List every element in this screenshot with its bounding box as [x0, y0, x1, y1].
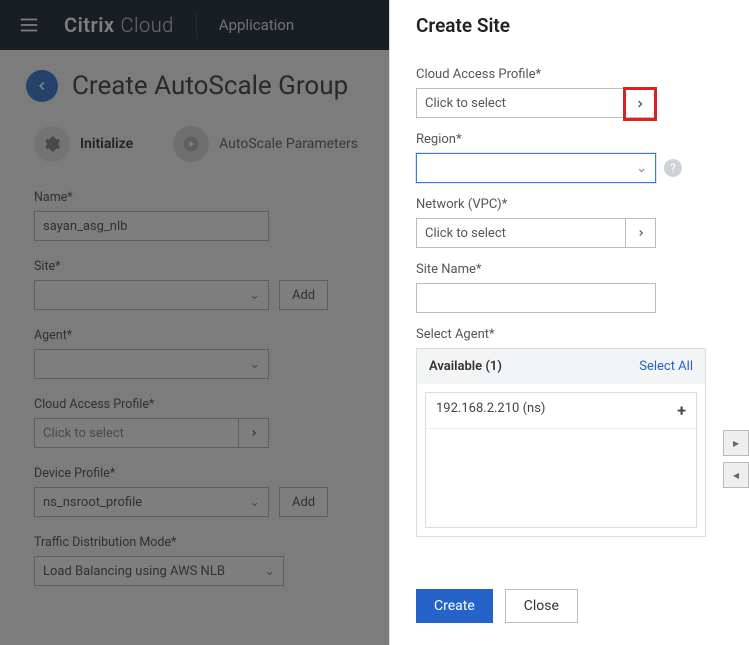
panel-network-picker[interactable]: Click to select	[416, 218, 656, 248]
plus-icon[interactable]: +	[677, 401, 686, 420]
panel-sitename-label: Site Name*	[416, 262, 723, 277]
agent-item[interactable]: 192.168.2.210 (ns) +	[426, 393, 696, 429]
agent-select-all[interactable]: Select All	[639, 359, 693, 374]
panel-region-label: Region*	[416, 132, 723, 147]
panel-cap-picker[interactable]: Click to select	[416, 88, 656, 118]
agent-available-count: Available (1)	[429, 359, 502, 374]
create-site-panel: Create Site Cloud Access Profile* Click …	[389, 0, 749, 645]
agent-list: 192.168.2.210 (ns) +	[425, 392, 697, 528]
chevron-down-icon: ⌄	[636, 161, 647, 176]
chevron-right-icon[interactable]	[623, 87, 657, 121]
chevron-right-icon[interactable]	[625, 219, 655, 247]
help-icon[interactable]: ?	[664, 159, 682, 177]
transfer-arrows: ▸ ◂	[723, 430, 749, 488]
arrow-left-button[interactable]: ◂	[723, 462, 749, 488]
close-button[interactable]: Close	[505, 589, 578, 623]
panel-cap-label: Cloud Access Profile*	[416, 67, 723, 82]
panel-title: Create Site	[416, 14, 723, 37]
panel-region-select[interactable]: ⌄	[416, 153, 656, 183]
arrow-right-button[interactable]: ▸	[723, 430, 749, 456]
agent-box: Available (1) Select All 192.168.2.210 (…	[416, 348, 706, 537]
panel-network-label: Network (VPC)*	[416, 197, 723, 212]
create-button[interactable]: Create	[416, 589, 493, 623]
panel-select-agent-label: Select Agent*	[416, 327, 723, 342]
panel-sitename-input[interactable]	[416, 283, 656, 313]
agent-item-label: 192.168.2.210 (ns)	[436, 401, 545, 420]
